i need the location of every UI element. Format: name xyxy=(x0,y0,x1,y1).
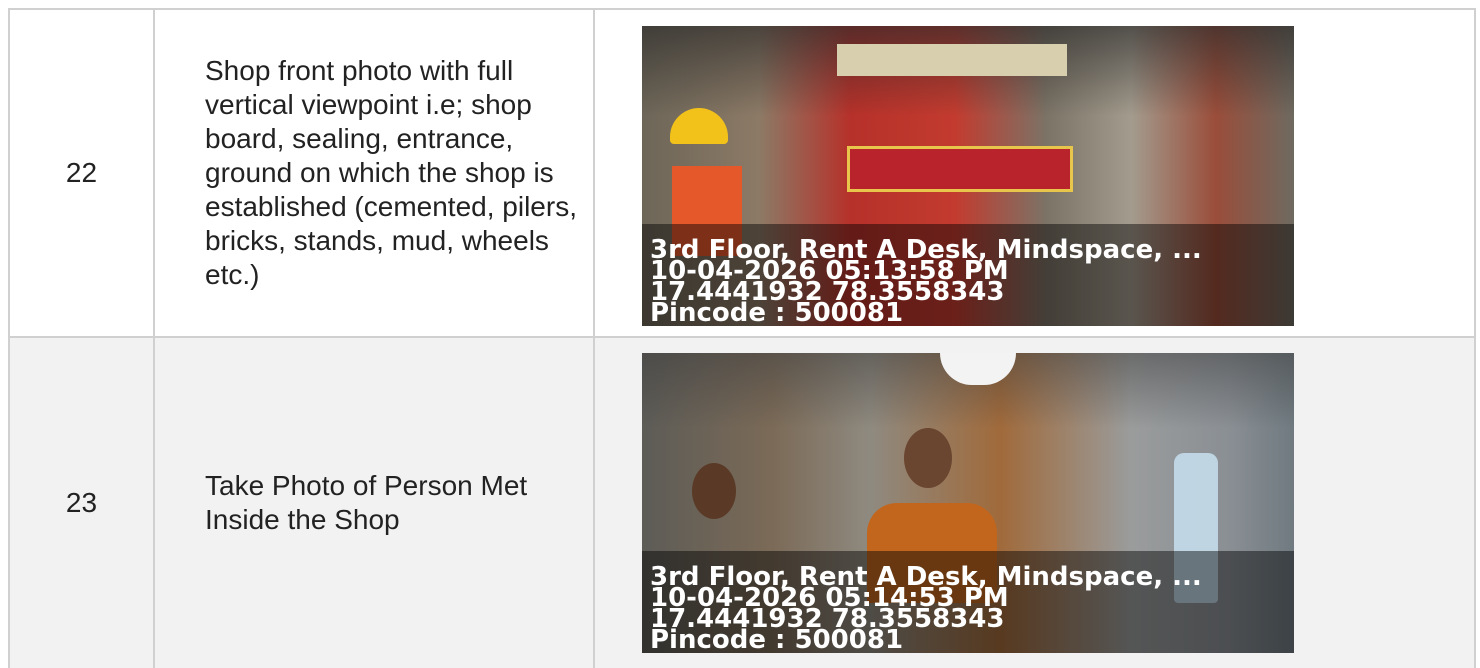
row-number-cell: 22 xyxy=(10,10,155,336)
description-cell: Shop front photo with full vertical view… xyxy=(155,10,595,336)
row-description: Shop front photo with full vertical view… xyxy=(205,55,577,290)
row-number: 23 xyxy=(65,487,98,518)
shop-sign-image xyxy=(837,44,1067,76)
geotag-stamp: 3rd Floor, Rent A Desk, Mindspace, ... 1… xyxy=(650,564,1202,653)
person-face-image xyxy=(904,428,952,488)
photo-cell: 3rd Floor, Rent A Desk, Mindspace, ... 1… xyxy=(595,10,1476,336)
person-face-image xyxy=(692,463,736,519)
table-row: 22 Shop front photo with full vertical v… xyxy=(10,10,1476,338)
helmet-image xyxy=(670,108,728,144)
lamp-image xyxy=(940,353,1016,385)
checklist-table: 22 Shop front photo with full vertical v… xyxy=(8,8,1476,668)
photo-cell: 3rd Floor, Rent A Desk, Mindspace, ... 1… xyxy=(595,338,1476,668)
table-row: 23 Take Photo of Person Met Inside the S… xyxy=(10,338,1476,668)
row-number: 22 xyxy=(65,157,98,188)
row-description: Take Photo of Person Met Inside the Shop xyxy=(205,470,528,535)
geotag-stamp: 3rd Floor, Rent A Desk, Mindspace, ... 1… xyxy=(650,237,1202,326)
description-cell: Take Photo of Person Met Inside the Shop xyxy=(155,338,595,668)
shop-front-photo[interactable]: 3rd Floor, Rent A Desk, Mindspace, ... 1… xyxy=(642,26,1294,326)
row-number-cell: 23 xyxy=(10,338,155,668)
person-met-photo[interactable]: 3rd Floor, Rent A Desk, Mindspace, ... 1… xyxy=(642,353,1294,653)
shop-board-image xyxy=(847,146,1073,192)
